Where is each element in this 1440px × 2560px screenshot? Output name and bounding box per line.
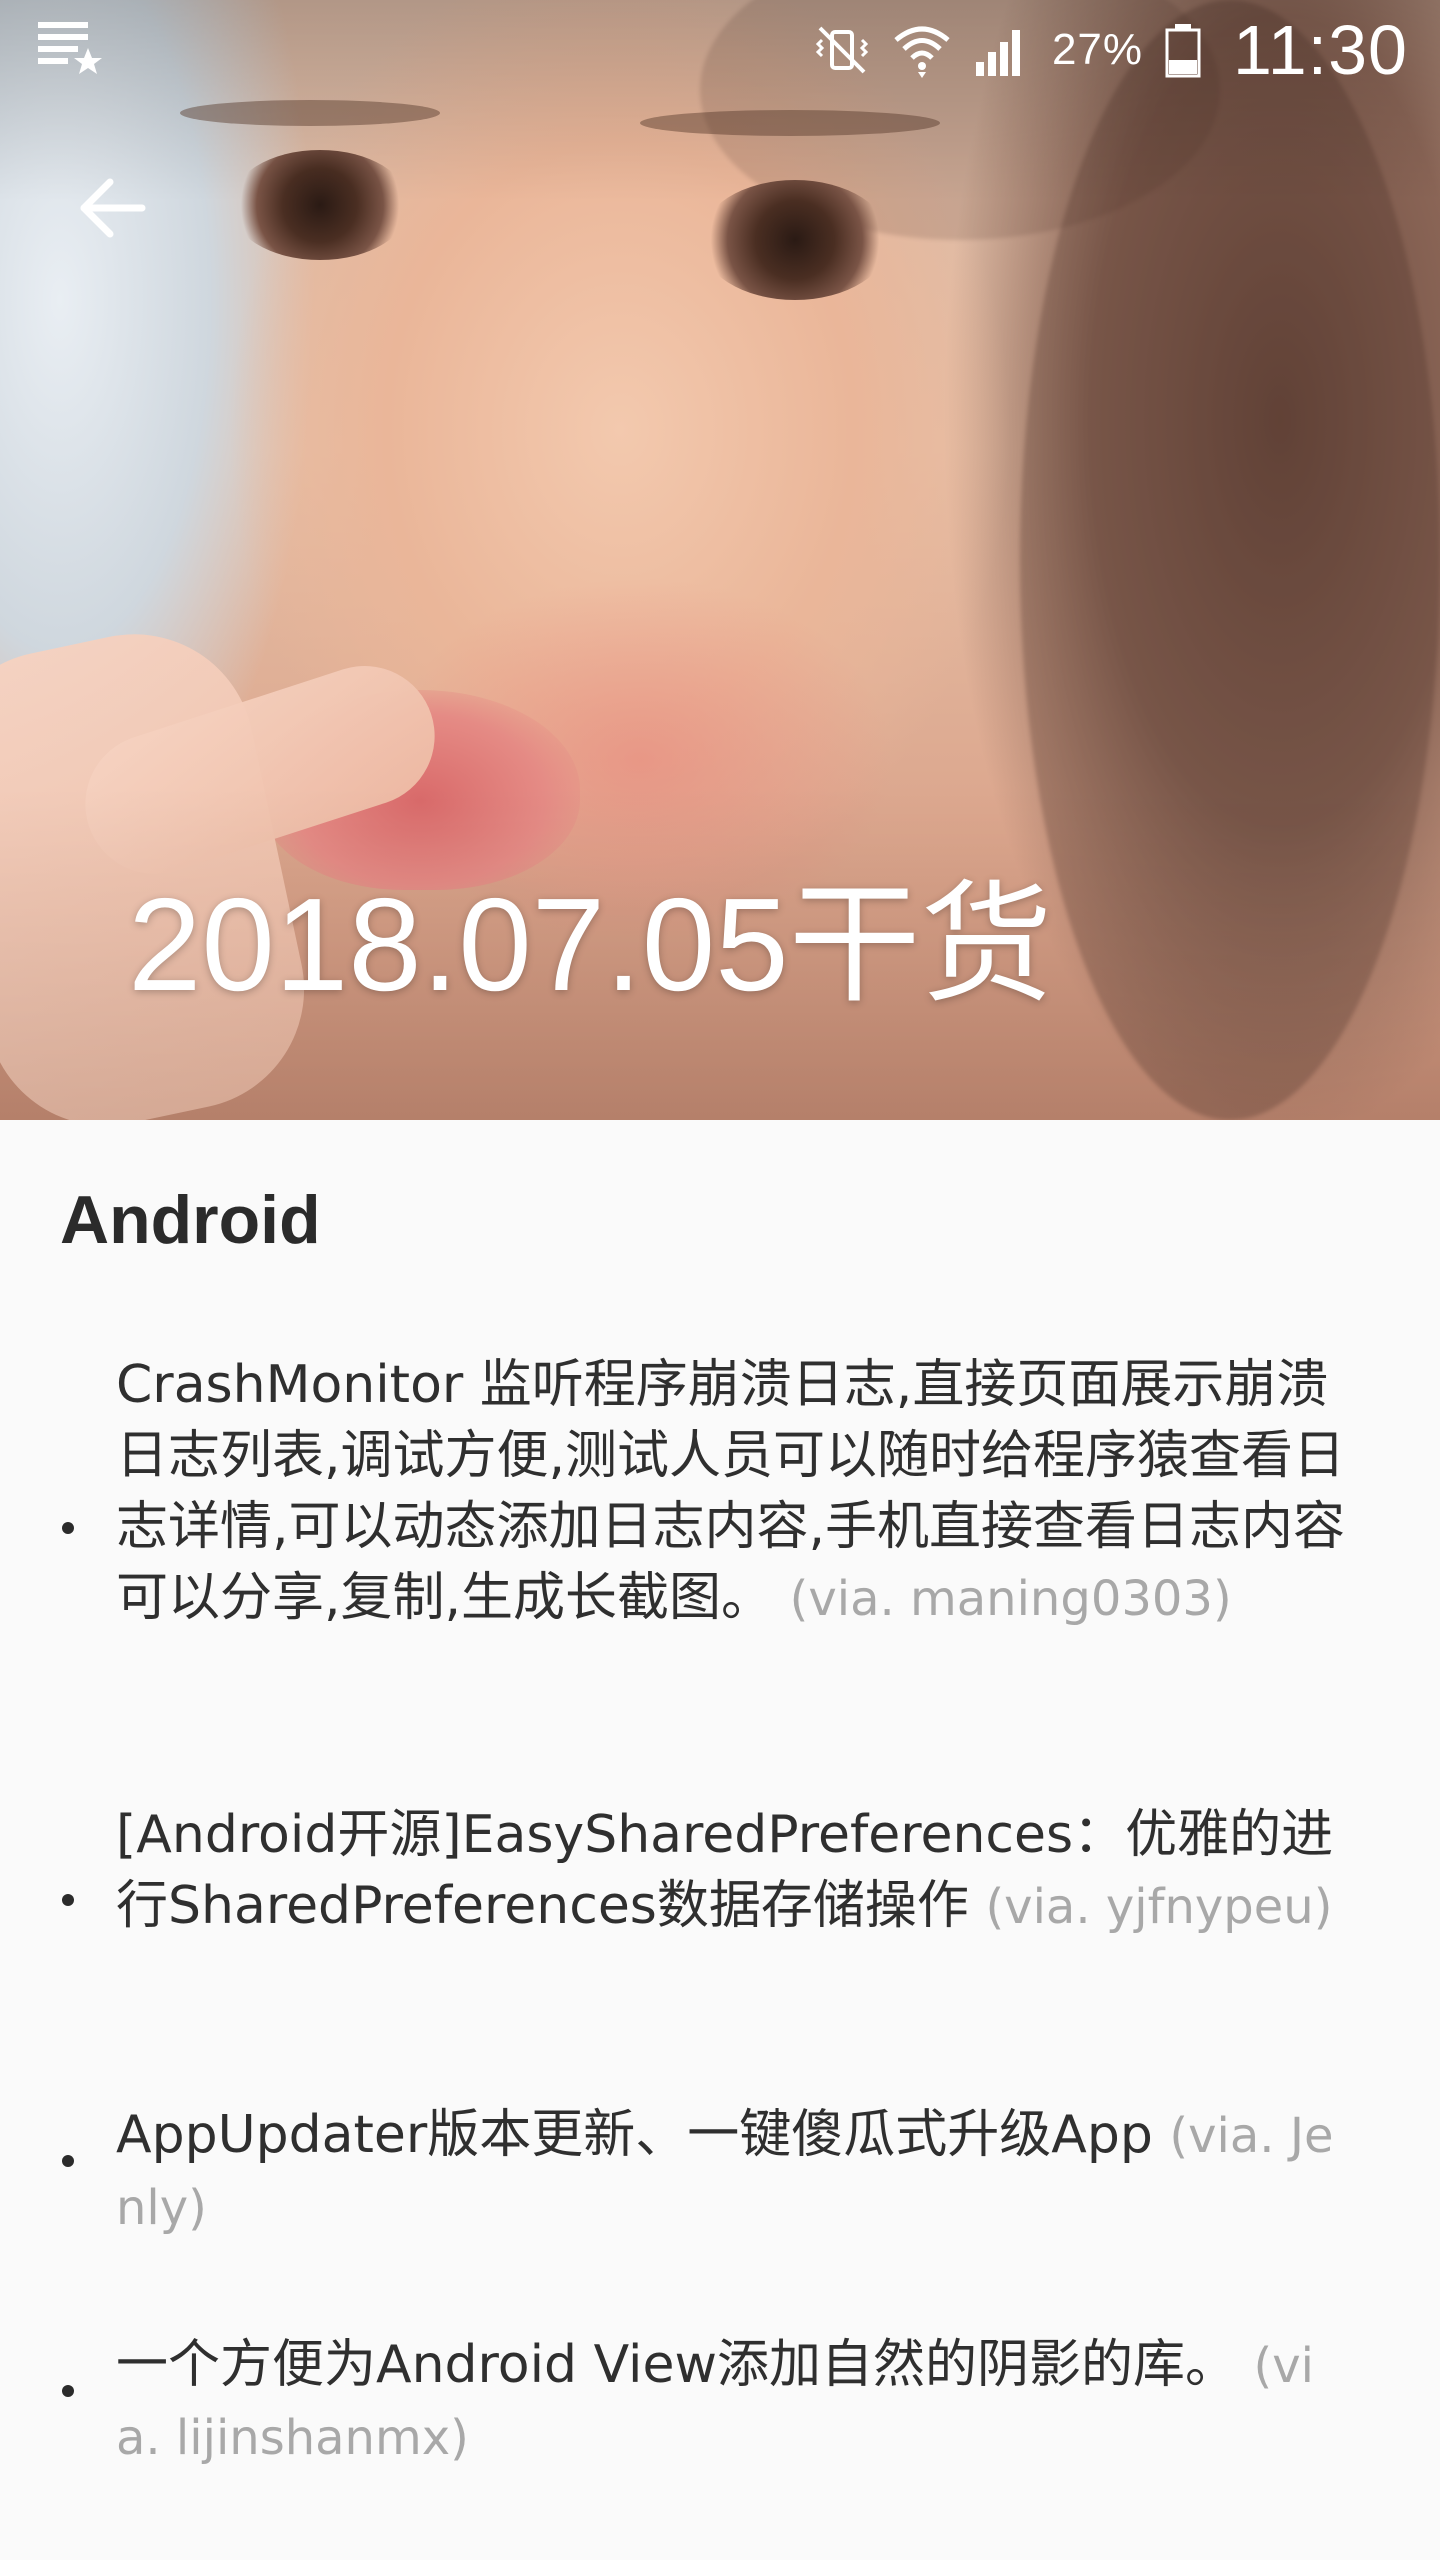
item-via[interactable]: (via. maning0303) — [790, 1571, 1232, 1627]
list-item[interactable]: CrashMonitor 监听程序崩溃日志,直接页面展示崩溃日志列表,调试方便,… — [0, 1350, 1440, 1670]
bullet — [62, 1522, 74, 1534]
status-clock: 11:30 — [1233, 11, 1408, 89]
item-text: 一个方便为Android View添加自然的阴影的库。 (via. lijins… — [116, 2330, 1346, 2474]
back-button[interactable] — [64, 160, 160, 256]
item-description: 一个方便为Android View添加自然的阴影的库。 — [116, 2335, 1237, 2395]
vibrate-mute-icon — [815, 26, 869, 74]
wifi-icon — [894, 26, 950, 78]
item-via[interactable]: (via. yjfnypeu) — [985, 1879, 1332, 1935]
bullet — [62, 2385, 74, 2397]
screen: 27% 11:30 2018.07.05干货 Android CrashMoni… — [0, 0, 1440, 2560]
bullet — [62, 2155, 74, 2167]
signal-icon — [975, 30, 1020, 76]
item-text: [Android开源]EasySharedPreferences：优雅的进行Sh… — [116, 1800, 1346, 1943]
status-bar: 27% 11:30 — [0, 0, 1440, 100]
item-description: AppUpdater版本更新、一键傻瓜式升级App — [116, 2105, 1153, 2165]
section-heading: Android — [60, 1182, 321, 1258]
list-item[interactable]: [Android开源]EasySharedPreferences：优雅的进行Sh… — [0, 1800, 1440, 2020]
content-area: Android CrashMonitor 监听程序崩溃日志,直接页面展示崩溃日志… — [0, 1120, 1440, 2560]
item-text: AppUpdater版本更新、一键傻瓜式升级App (via. Jenly) — [116, 2100, 1346, 2244]
arrow-left-icon — [80, 178, 146, 238]
battery-percent: 27% — [1051, 25, 1144, 74]
bullet — [62, 1894, 74, 1906]
battery-icon — [1165, 24, 1201, 78]
notification-icon — [38, 22, 102, 74]
item-text: CrashMonitor 监听程序崩溃日志,直接页面展示崩溃日志列表,调试方便,… — [116, 1350, 1346, 1635]
list-item[interactable]: 一个方便为Android View添加自然的阴影的库。 (via. lijins… — [0, 2330, 1440, 2490]
list-item[interactable]: AppUpdater版本更新、一键傻瓜式升级App (via. Jenly) — [0, 2100, 1440, 2260]
page-title: 2018.07.05干货 — [128, 871, 1053, 1018]
status-icons: 27% 11:30 — [812, 0, 1408, 100]
